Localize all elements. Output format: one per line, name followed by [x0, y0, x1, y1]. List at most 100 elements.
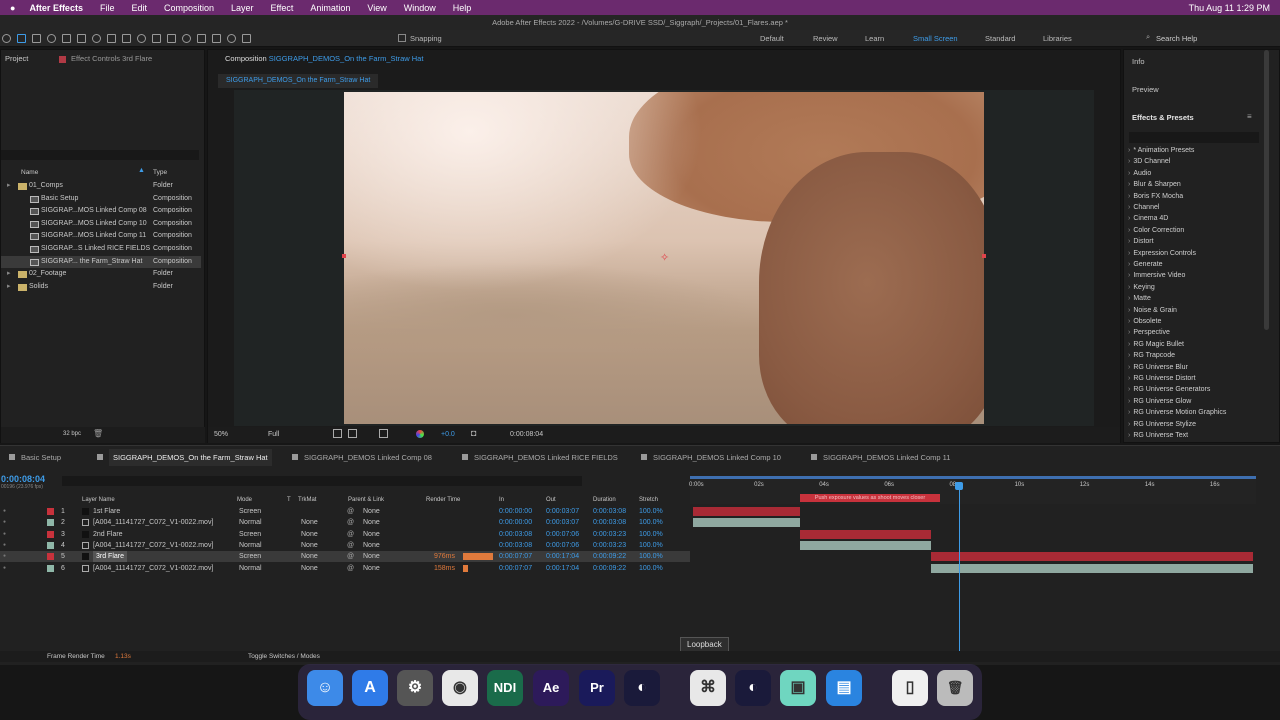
stretch[interactable]: 100.0%: [639, 563, 663, 574]
visibility-eye-icon[interactable]: ●: [3, 540, 6, 551]
project-item[interactable]: SIGGRAP...S Linked RICE FIELDS Compositio…: [1, 243, 201, 256]
trkmat-dropdown[interactable]: None: [301, 529, 318, 540]
layer-duration-bar[interactable]: [930, 552, 1253, 562]
type-tool-icon[interactable]: [167, 34, 176, 43]
effect-category-item[interactable]: Expression Controls: [1128, 250, 1196, 257]
effects-panel-menu-icon[interactable]: ≡: [1247, 112, 1252, 121]
label-color-swatch[interactable]: [47, 564, 54, 572]
effects-panel-title[interactable]: Effects & Presets: [1132, 113, 1194, 122]
effect-category-item[interactable]: RG Universe Text: [1128, 432, 1188, 439]
layer-row[interactable]: ● 5 3rd Flare Screen None @ None 976ms 0:00:07:0…: [0, 551, 690, 563]
dock-ae-icon[interactable]: Ae: [533, 670, 569, 706]
toggle-switches-modes[interactable]: Toggle Switches / Modes: [248, 651, 320, 662]
stretch[interactable]: 100.0%: [639, 529, 663, 540]
header-in[interactable]: In: [499, 495, 504, 505]
stretch[interactable]: 100.0%: [639, 506, 663, 517]
project-search-field[interactable]: [1, 150, 199, 160]
dock-pr-icon[interactable]: Pr: [579, 670, 615, 706]
parent-dropdown[interactable]: None: [363, 517, 380, 528]
in-point[interactable]: 0:00:03:08: [499, 540, 532, 551]
col-type-header[interactable]: Type: [153, 169, 167, 176]
effect-controls-tab[interactable]: [59, 56, 66, 63]
dock-keynote-icon[interactable]: ▤: [826, 670, 862, 706]
duration[interactable]: 0:00:03:08: [593, 506, 626, 517]
pickwhip-icon[interactable]: @: [347, 529, 354, 540]
header-parent[interactable]: Parent & Link: [348, 495, 384, 505]
visibility-eye-icon[interactable]: ●: [3, 529, 6, 540]
dock-ndi-icon[interactable]: NDI: [487, 670, 523, 706]
effect-category-item[interactable]: 3D Channel: [1128, 158, 1170, 165]
visibility-eye-icon[interactable]: ●: [3, 517, 6, 528]
flare-anchor-icon[interactable]: ✧: [660, 251, 669, 264]
header-duration[interactable]: Duration: [593, 495, 616, 505]
header-layer-name[interactable]: Layer Name: [82, 495, 115, 505]
menu-composition[interactable]: Composition: [164, 3, 214, 13]
dock-creative-cloud-icon[interactable]: ⌘: [690, 670, 726, 706]
roto-brush-icon[interactable]: [227, 34, 236, 43]
header-mode[interactable]: Mode: [237, 495, 252, 505]
trkmat-dropdown[interactable]: None: [301, 563, 318, 574]
trkmat-dropdown[interactable]: None: [301, 540, 318, 551]
menu-edit[interactable]: Edit: [131, 3, 147, 13]
pickwhip-icon[interactable]: @: [347, 517, 354, 528]
workspace-small-screen[interactable]: Small Screen: [913, 30, 958, 47]
zoom-dropdown[interactable]: 50%: [214, 431, 260, 438]
transparency-grid-icon[interactable]: [348, 429, 357, 438]
effect-category-item[interactable]: Keying: [1128, 284, 1154, 291]
effect-category-item[interactable]: Immersive Video: [1128, 272, 1185, 279]
playhead-line[interactable]: [959, 482, 960, 657]
effect-category-item[interactable]: Perspective: [1128, 329, 1170, 336]
label-color-swatch[interactable]: [47, 508, 54, 515]
blend-mode-dropdown[interactable]: Normal: [239, 563, 262, 574]
layer-row[interactable]: ● 6 [A004_11141727_C072_V1-0022.mov] Normal…: [0, 563, 690, 574]
comment-marker[interactable]: Push exposure values as shoot moves clos…: [800, 494, 940, 502]
region-icon[interactable]: [333, 429, 342, 438]
blend-mode-dropdown[interactable]: Screen: [239, 551, 261, 562]
effect-category-item[interactable]: Distort: [1128, 238, 1153, 245]
label-color-swatch[interactable]: [47, 553, 54, 561]
effect-category-item[interactable]: Channel: [1128, 204, 1159, 211]
effect-controls-label[interactable]: Effect Controls 3rd Flare: [71, 50, 152, 68]
out-point[interactable]: 0:00:07:06: [546, 540, 579, 551]
stretch[interactable]: 100.0%: [639, 517, 663, 528]
blend-mode-dropdown[interactable]: Screen: [239, 506, 261, 517]
duration[interactable]: 0:00:09:22: [593, 551, 626, 562]
dock-cinema-4d-lite-icon[interactable]: ◐: [735, 670, 771, 706]
out-point[interactable]: 0:00:03:07: [546, 517, 579, 528]
parent-dropdown[interactable]: None: [363, 563, 380, 574]
effect-category-item[interactable]: Cinema 4D: [1128, 215, 1168, 222]
stretch[interactable]: 100.0%: [639, 540, 663, 551]
bpc-indicator[interactable]: 32 bpc: [63, 431, 81, 437]
trash-icon[interactable]: 🗑: [93, 429, 103, 438]
dock-cinema-4d-icon[interactable]: ◐: [624, 670, 660, 706]
comp-tab-prefix[interactable]: Composition: [225, 54, 267, 63]
project-item[interactable]: SIGGRAP... the Farm_Straw Hat Composition: [1, 255, 201, 269]
work-area-bar[interactable]: [690, 476, 1256, 479]
effect-category-item[interactable]: Boris FX Mocha: [1128, 193, 1183, 200]
out-point[interactable]: 0:00:17:04: [546, 563, 579, 574]
parent-dropdown[interactable]: None: [363, 551, 380, 562]
orbit-icon[interactable]: [62, 34, 71, 43]
snapping-checkbox[interactable]: [398, 34, 406, 42]
workspace-libraries[interactable]: Libraries: [1043, 30, 1072, 47]
stretch[interactable]: 100.0%: [639, 551, 663, 562]
duration[interactable]: 0:00:09:22: [593, 563, 626, 574]
dock-finder-icon[interactable]: ☺: [307, 670, 343, 706]
time-ruler[interactable]: 0:00s02s04s06s08s10s12s14s16s: [689, 478, 1256, 504]
dock-plugin-scan-icon[interactable]: ▣: [780, 670, 816, 706]
pickwhip-icon[interactable]: @: [347, 506, 354, 517]
effects-search-field[interactable]: [1129, 132, 1259, 143]
layer-row[interactable]: ● 1 1st Flare Screen @ None 0:00:00:00 0:00:03:…: [0, 506, 690, 517]
layer-handle-right[interactable]: [982, 254, 986, 258]
effect-category-item[interactable]: RG Universe Motion Graphics: [1128, 409, 1226, 416]
layer-handle-left[interactable]: [342, 254, 346, 258]
scrollbar[interactable]: [1264, 50, 1269, 330]
resolution-dropdown[interactable]: Full: [268, 431, 324, 438]
timeline-tab[interactable]: SIGGRAPH_DEMOS_On the Farm_Straw Hat: [109, 449, 272, 466]
visibility-eye-icon[interactable]: ●: [3, 563, 6, 574]
pickwhip-icon[interactable]: @: [347, 540, 354, 551]
pickwhip-icon[interactable]: @: [347, 563, 354, 574]
visibility-eye-icon[interactable]: ●: [3, 506, 6, 517]
effect-category-item[interactable]: RG Magic Bullet: [1128, 341, 1184, 348]
pickwhip-icon[interactable]: @: [347, 551, 354, 562]
